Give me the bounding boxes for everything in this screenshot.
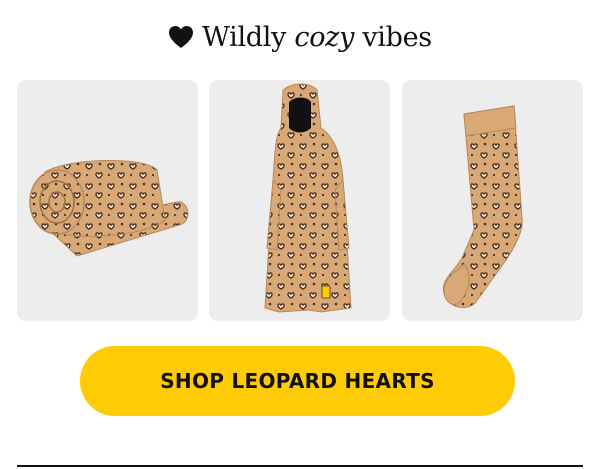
headline-prefix: Wildly: [202, 22, 287, 53]
section-divider: [17, 465, 583, 467]
headline-suffix: vibes: [362, 22, 432, 53]
product-card-blanket[interactable]: [17, 80, 198, 321]
rolled-leopard-blanket-image: [29, 160, 189, 257]
product-grid: [17, 80, 583, 321]
product-card-socks[interactable]: [402, 80, 583, 321]
section-heading: Wildly cozy vibes: [0, 22, 600, 56]
product-card-wearable-blanket[interactable]: [209, 80, 390, 321]
shop-leopard-hearts-button[interactable]: SHOP LEOPARD HEARTS: [80, 346, 515, 416]
headline-emphasis: cozy: [294, 22, 355, 53]
leopard-sock-image: [442, 105, 523, 309]
leopard-hooded-wearable-blanket-image: [264, 83, 352, 313]
black-heart-icon: [168, 25, 194, 56]
